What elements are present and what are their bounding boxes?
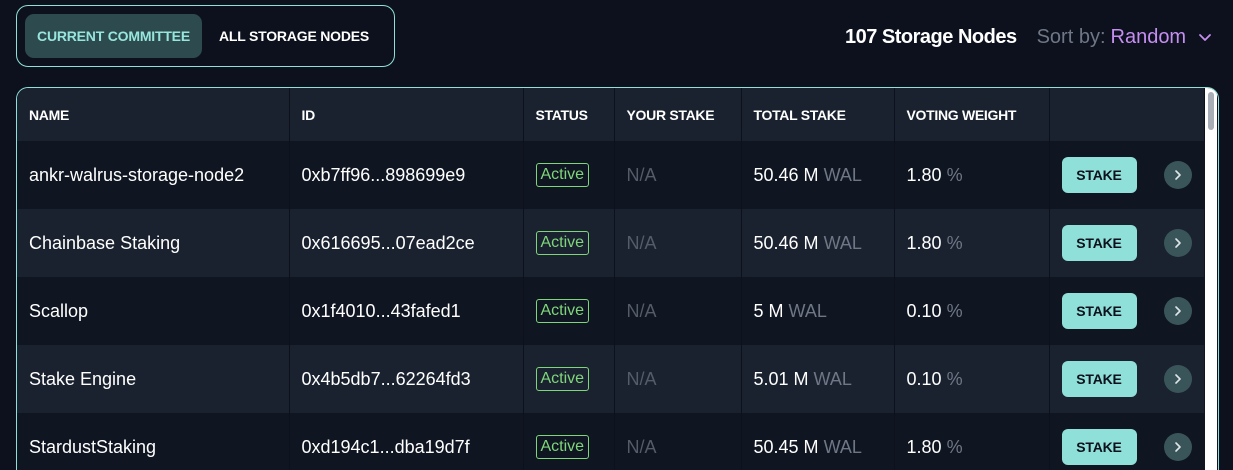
total-stake-value: 50.45 M (753, 436, 819, 457)
column-header-voting-weight[interactable]: VOTING WEIGHT (894, 88, 1050, 141)
column-header-status[interactable]: STATUS (523, 88, 615, 141)
voting-weight-value: 1.80 (906, 164, 942, 185)
chevron-down-icon[interactable] (1198, 30, 1212, 44)
voting-weight-value: 1.80 (906, 232, 942, 253)
total-stake-unit: WAL (823, 164, 862, 185)
tab-all-storage-nodes[interactable]: ALL STORAGE NODES (202, 14, 386, 58)
status-badge: Active (535, 231, 590, 255)
total-stake-value: 50.46 M (753, 164, 819, 185)
voting-weight-value: 0.10 (906, 300, 942, 321)
voting-weight: 1.80 % (894, 141, 1050, 209)
voting-weight-unit: % (946, 436, 963, 457)
voting-weight-value: 1.80 (906, 436, 942, 457)
voting-weight-unit: % (946, 300, 963, 321)
table-row[interactable]: StardustStaking 0xd194c1...dba19d7f Acti… (17, 413, 1204, 470)
stake-button[interactable]: STAKE (1061, 225, 1137, 261)
voting-weight: 1.80 % (894, 209, 1050, 277)
table-row[interactable]: Stake Engine 0x4b5db7...62264fd3 Active … (17, 345, 1204, 413)
voting-weight-unit: % (946, 164, 963, 185)
node-name: Scallop (17, 277, 290, 345)
sort-label: Sort by: (1036, 25, 1106, 48)
total-stake-value: 5.01 M (753, 368, 809, 389)
stake-button[interactable]: STAKE (1061, 157, 1137, 193)
voting-weight: 0.10 % (894, 345, 1050, 413)
column-header-id[interactable]: ID (289, 88, 524, 141)
total-stake-unit: WAL (823, 436, 862, 457)
scrollbar-thumb[interactable] (1208, 92, 1214, 130)
your-stake: N/A (614, 277, 742, 345)
total-stake: 5.01 M WAL (741, 345, 895, 413)
column-header-name[interactable]: NAME (17, 88, 290, 141)
stake-button[interactable]: STAKE (1061, 361, 1137, 397)
column-header-your-stake[interactable]: YOUR STAKE (614, 88, 742, 141)
chevron-right-icon[interactable] (1163, 229, 1192, 258)
total-stake: 50.45 M WAL (741, 413, 895, 470)
status-badge: Active (535, 163, 590, 187)
chevron-right-icon[interactable] (1163, 297, 1192, 326)
chevron-right-icon[interactable] (1163, 365, 1192, 394)
total-stake-value: 50.46 M (753, 232, 819, 253)
tab-current-committee[interactable]: CURRENT COMMITTEE (25, 14, 203, 58)
total-stake-unit: WAL (823, 232, 862, 253)
your-stake: N/A (614, 209, 742, 277)
total-stake: 5 M WAL (741, 277, 895, 345)
chevron-right-icon[interactable] (1163, 433, 1192, 462)
staking-page: CURRENT COMMITTEE ALL STORAGE NODES 107 … (0, 0, 1233, 470)
voting-weight: 1.80 % (894, 413, 1050, 470)
column-header-total-stake[interactable]: TOTAL STAKE (741, 88, 895, 141)
column-header-actions (1049, 88, 1205, 141)
status-badge: Active (535, 435, 590, 459)
status-badge: Active (535, 367, 590, 391)
node-name: Stake Engine (17, 345, 290, 413)
table-row[interactable]: Scallop 0x1f4010...43fafed1 Active N/A 5… (17, 277, 1204, 345)
sort-dropdown[interactable]: Random (1111, 26, 1187, 49)
chevron-right-icon[interactable] (1163, 161, 1192, 190)
node-name: StardustStaking (17, 413, 290, 470)
voting-weight-unit: % (946, 232, 963, 253)
node-name: Chainbase Staking (17, 209, 290, 277)
committee-tabs: CURRENT COMMITTEE ALL STORAGE NODES (16, 5, 395, 67)
voting-weight-value: 0.10 (906, 368, 942, 389)
node-id: 0xd194c1...dba19d7f (289, 413, 524, 470)
voting-weight: 0.10 % (894, 277, 1050, 345)
list-header: 107 Storage Nodes Sort by: Random (845, 24, 1212, 50)
node-count: 107 Storage Nodes (845, 25, 1017, 48)
your-stake: N/A (614, 413, 742, 470)
table-row[interactable]: Chainbase Staking 0x616695...07ead2ce Ac… (17, 209, 1204, 277)
stake-button[interactable]: STAKE (1061, 293, 1137, 329)
node-id: 0x4b5db7...62264fd3 (289, 345, 524, 413)
node-name: ankr-walrus-storage-node2 (17, 141, 290, 209)
node-id: 0xb7ff96...898699e9 (289, 141, 524, 209)
total-stake-value: 5 M (753, 300, 784, 321)
table-header-row: NAME ID STATUS YOUR STAKE TOTAL STAKE VO… (17, 88, 1205, 141)
node-id: 0x1f4010...43fafed1 (289, 277, 524, 345)
voting-weight-unit: % (946, 368, 963, 389)
total-stake: 50.46 M WAL (741, 209, 895, 277)
node-id: 0x616695...07ead2ce (289, 209, 524, 277)
total-stake: 50.46 M WAL (741, 141, 895, 209)
total-stake-unit: WAL (813, 368, 852, 389)
status-badge: Active (535, 299, 590, 323)
your-stake: N/A (614, 345, 742, 413)
table-row[interactable]: ankr-walrus-storage-node2 0xb7ff96...898… (17, 141, 1204, 209)
stake-button[interactable]: STAKE (1061, 429, 1137, 465)
table-scrollbar[interactable] (1205, 88, 1217, 470)
storage-nodes-table: NAME ID STATUS YOUR STAKE TOTAL STAKE VO… (16, 87, 1219, 470)
your-stake: N/A (614, 141, 742, 209)
total-stake-unit: WAL (788, 300, 827, 321)
